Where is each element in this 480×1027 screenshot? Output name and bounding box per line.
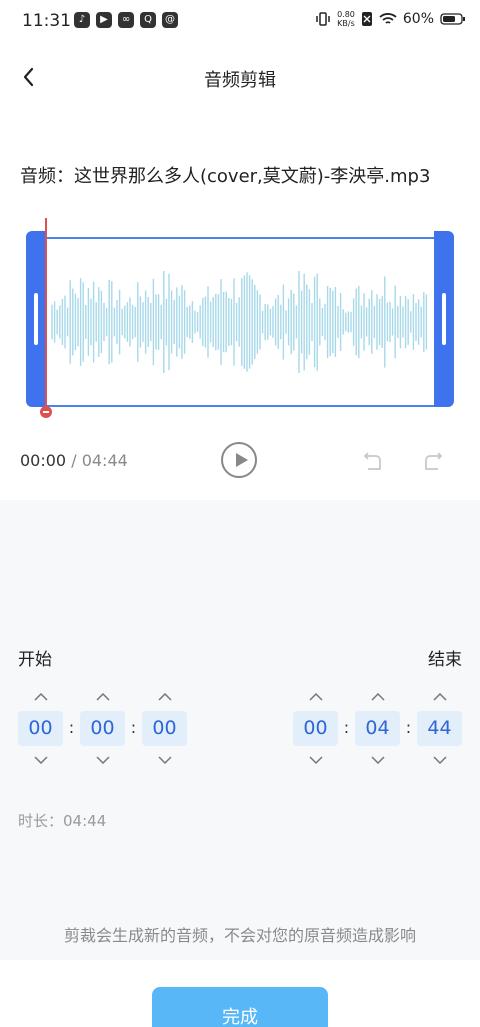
tiktok-icon: ♪ — [74, 12, 90, 28]
done-button[interactable]: 完成 — [152, 987, 328, 1027]
message-app-icon: Q — [140, 12, 156, 28]
start-minutes-column: 00 — [80, 686, 125, 771]
start-hours-down-button[interactable] — [18, 749, 63, 771]
chevron-down-icon — [432, 756, 447, 764]
vibrate-icon — [316, 12, 330, 26]
end-hours-value[interactable]: 00 — [293, 711, 338, 746]
chat-app-icon: @ — [162, 12, 178, 28]
status-indicators: 0.80 KB/s 60% — [315, 10, 466, 28]
end-time-picker: 00 : 04 : 44 — [293, 686, 462, 771]
chevron-up-icon — [370, 693, 385, 701]
clip-duration: 时长：04:44 — [18, 810, 106, 831]
play-button[interactable] — [221, 442, 257, 478]
chevron-up-icon — [432, 693, 447, 701]
end-minutes-value[interactable]: 04 — [355, 711, 400, 746]
start-minutes-value[interactable]: 00 — [80, 711, 125, 746]
undo-button[interactable] — [362, 450, 384, 472]
end-seconds-down-button[interactable] — [417, 749, 462, 771]
waveform[interactable] — [48, 239, 432, 405]
end-minutes-down-button[interactable] — [355, 749, 400, 771]
end-hours-down-button[interactable] — [293, 749, 338, 771]
playhead[interactable] — [45, 218, 47, 408]
chevron-up-icon — [308, 693, 323, 701]
page-title: 音频剪辑 — [204, 70, 276, 91]
time-separator: / — [71, 451, 77, 470]
audio-file-name: 这世界那么多人(cover,莫文蔚)-李泱亭.mp3 — [74, 166, 431, 187]
start-hours-column: 00 — [18, 686, 63, 771]
end-minutes-column: 04 — [355, 686, 400, 771]
trim-notice: 剪裁会生成新的音频，不会对您的原音频造成影响 — [63, 926, 416, 945]
trim-panel: 开始 结束 00 : 00 : 00 00 : 04: 44 时长：04:44… — [0, 500, 480, 960]
playback-time: 00:00 / 04:44 — [20, 451, 128, 470]
start-time-picker: 00 : 00 : 00 — [18, 686, 187, 771]
trim-start-grip — [34, 293, 38, 345]
start-minutes-down-button[interactable] — [80, 749, 125, 771]
end-minutes-up-button[interactable] — [355, 686, 400, 708]
waveform-editor[interactable] — [26, 218, 454, 423]
battery-icon — [440, 13, 465, 25]
undo-icon — [364, 452, 381, 470]
audio-file-info: 音频：这世界那么多人(cover,莫文蔚)-李泱亭.mp3 — [20, 162, 430, 188]
time-colon: : — [130, 718, 137, 737]
chevron-down-icon — [95, 756, 110, 764]
time-colon: : — [343, 718, 350, 737]
end-seconds-up-button[interactable] — [417, 686, 462, 708]
chevron-down-icon — [157, 756, 172, 764]
chevron-down-icon — [33, 756, 48, 764]
notification-icons: ♪ ▶ ∞ Q @ — [74, 12, 178, 28]
start-seconds-down-button[interactable] — [142, 749, 187, 771]
trim-end-handle[interactable] — [434, 231, 454, 407]
duration-label: 时长： — [18, 812, 64, 830]
sim-off-icon — [361, 12, 372, 26]
audio-file-label: 音频： — [20, 166, 74, 187]
trim-end-grip — [442, 293, 446, 345]
start-seconds-value[interactable]: 00 — [142, 711, 187, 746]
duration-value: 04:44 — [63, 812, 107, 830]
end-hours-up-button[interactable] — [293, 686, 338, 708]
start-label: 开始 — [18, 650, 52, 670]
start-seconds-column: 00 — [142, 686, 187, 771]
wifi-icon — [379, 13, 397, 24]
end-seconds-column: 44 — [417, 686, 462, 771]
end-hours-column: 00 — [293, 686, 338, 771]
current-time: 00:00 — [20, 451, 67, 470]
header: 音频剪辑 — [0, 54, 480, 102]
end-label: 结束 — [428, 650, 462, 670]
time-colon: : — [405, 718, 412, 737]
status-bar: 11:31 ♪ ▶ ∞ Q @ 0.80 KB/s 60% — [0, 0, 480, 44]
chevron-up-icon — [95, 693, 110, 701]
start-hours-value[interactable]: 00 — [18, 711, 63, 746]
total-time: 04:44 — [81, 451, 128, 470]
video-app-icon: ▶ — [96, 12, 112, 28]
end-seconds-value[interactable]: 44 — [417, 711, 462, 746]
battery-percent: 60% — [402, 11, 434, 27]
redo-icon — [425, 452, 442, 470]
network-speed: 0.80 KB/s — [337, 10, 355, 28]
start-seconds-up-button[interactable] — [142, 686, 187, 708]
status-time: 11:31 — [22, 11, 71, 31]
time-colon: : — [68, 718, 75, 737]
start-minutes-up-button[interactable] — [80, 686, 125, 708]
redo-button[interactable] — [422, 450, 444, 472]
playhead-knob[interactable] — [40, 406, 52, 418]
chevron-up-icon — [157, 693, 172, 701]
chevron-up-icon — [33, 693, 48, 701]
chevron-down-icon — [370, 756, 385, 764]
link-app-icon: ∞ — [118, 12, 134, 28]
chevron-down-icon — [308, 756, 323, 764]
start-hours-up-button[interactable] — [18, 686, 63, 708]
trim-start-handle[interactable] — [26, 231, 46, 407]
